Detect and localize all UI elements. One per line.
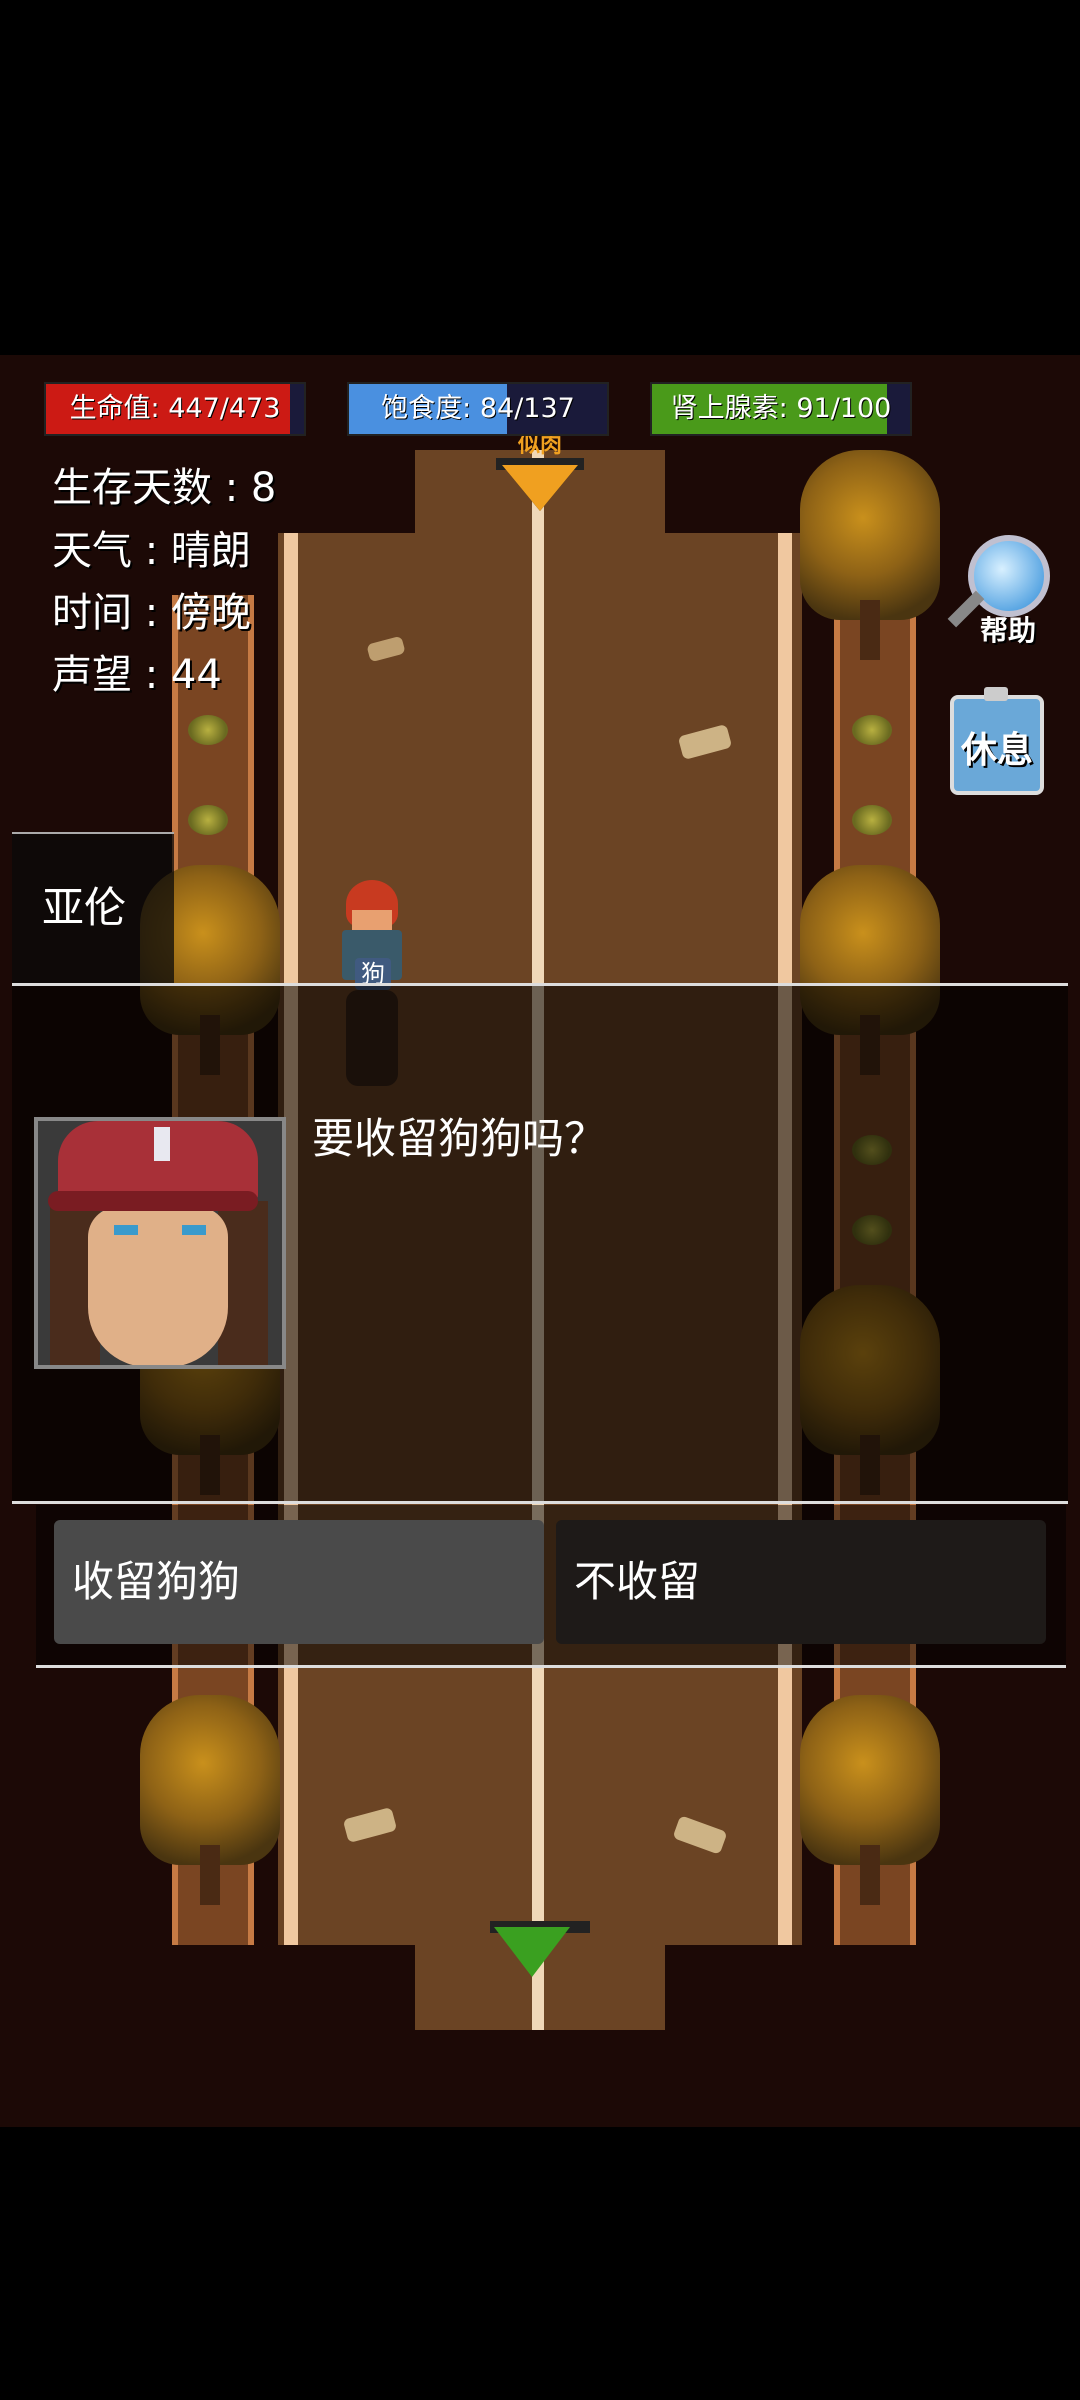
portrait-cap-badge	[154, 1127, 170, 1161]
tree	[800, 450, 940, 660]
portrait-cap-brim	[48, 1191, 258, 1211]
grass-tuft	[188, 805, 228, 835]
portrait-eye-right	[182, 1225, 206, 1235]
rest-button[interactable]: 休息	[950, 687, 1044, 795]
tree	[800, 1695, 940, 1905]
adrenaline-bar-label: 肾上腺素: 91/100	[670, 393, 892, 424]
life-bar: 生命值: 447/473	[44, 382, 306, 436]
grass-tuft	[852, 715, 892, 745]
speaker-portrait	[34, 1117, 286, 1369]
food-bar: 饱食度: 84/137	[347, 382, 609, 436]
help-button[interactable]: 帮助	[938, 535, 1058, 647]
rest-label: 休息	[960, 730, 1033, 771]
adopt-dog-button[interactable]: 收留狗狗	[54, 1520, 544, 1644]
speaker-name: 亚伦	[42, 883, 127, 932]
adrenaline-bar: 肾上腺素: 91/100	[650, 382, 912, 436]
grass-tuft	[852, 805, 892, 835]
survival-days: 生存天数 : 8	[52, 465, 277, 511]
bottom-exit-arrow-icon[interactable]	[494, 1927, 570, 1977]
speaker-name-tag: 亚伦	[12, 832, 174, 984]
portrait-eye-left	[114, 1225, 138, 1235]
dialog-text: 要收留狗狗吗？	[312, 1114, 607, 1163]
reputation: 声望 : 44	[52, 652, 222, 698]
time-of-day: 时间 : 傍晚	[52, 590, 251, 636]
grass-tuft	[188, 715, 228, 745]
player-face	[352, 910, 392, 932]
portrait-face	[88, 1207, 228, 1365]
top-exit-arrow-icon[interactable]	[502, 465, 578, 511]
life-bar-label: 生命值: 447/473	[69, 393, 281, 424]
magnifier-icon	[968, 535, 1050, 617]
magnifier-handle	[947, 590, 985, 628]
food-bar-label: 饱食度: 84/137	[381, 393, 575, 424]
decline-button[interactable]: 不收留	[556, 1520, 1046, 1644]
help-label: 帮助	[980, 614, 1037, 647]
weather: 天气 : 晴朗	[52, 528, 251, 574]
tree	[140, 1695, 280, 1905]
